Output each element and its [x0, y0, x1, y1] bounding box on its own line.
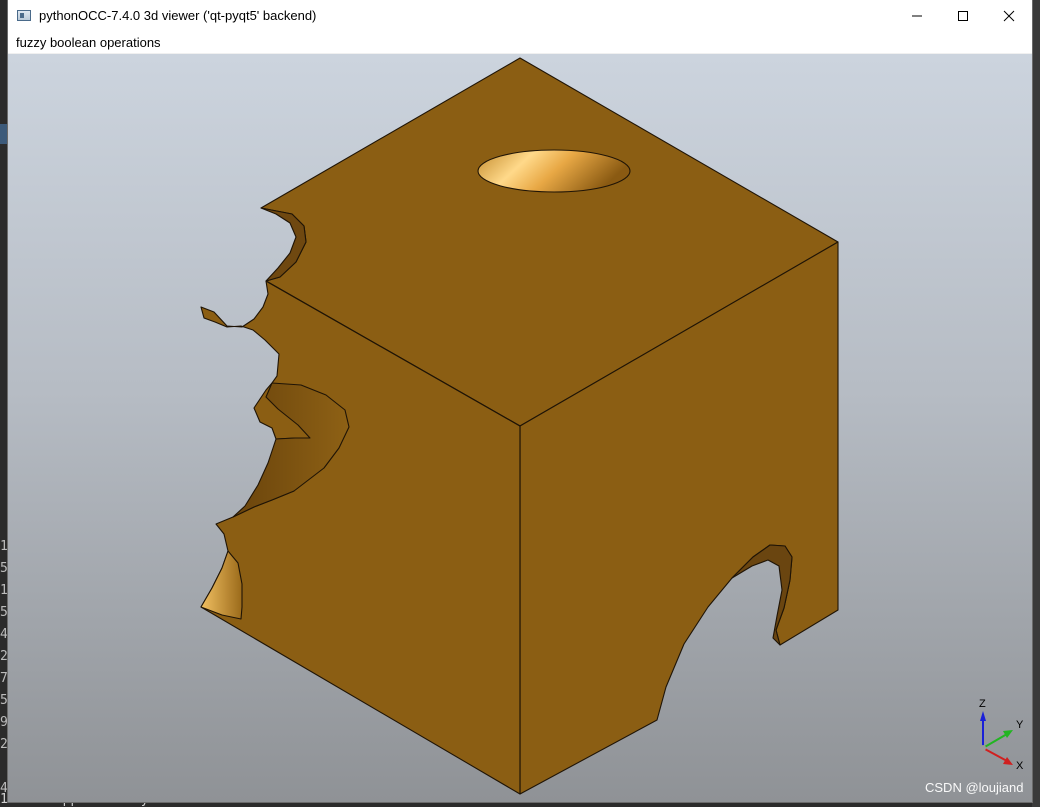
- minimize-button[interactable]: [894, 0, 940, 31]
- console-side-marker: [0, 124, 8, 144]
- axis-triad: Z Y X: [979, 698, 1024, 772]
- maximize-icon: [958, 10, 968, 21]
- fuzzy-cube-model[interactable]: [200, 57, 839, 795]
- x-axis-line: [982, 747, 1008, 762]
- x-axis-label: X: [1016, 760, 1024, 772]
- 3d-viewport[interactable]: Z Y X CSDN @loujiand: [8, 54, 1032, 802]
- y-axis-arrow: [1003, 730, 1013, 738]
- top-hole-surface: [477, 149, 631, 193]
- menu-fuzzy-boolean-operations[interactable]: fuzzy boolean operations: [16, 34, 161, 51]
- x-axis-arrow: [1003, 757, 1013, 765]
- viewer-window: pythonOCC-7.4.0 3d viewer ('qt-pyqt5' ba…: [8, 0, 1032, 802]
- maximize-button[interactable]: [940, 0, 986, 31]
- y-axis-label: Y: [1016, 719, 1024, 731]
- bottom-notch-inner-surface: [200, 550, 243, 620]
- 3d-scene[interactable]: Z Y X: [8, 54, 1032, 802]
- app-window-icon: [17, 10, 31, 21]
- z-axis-arrow: [980, 711, 986, 721]
- z-axis-label: Z: [979, 698, 986, 710]
- close-button[interactable]: [986, 0, 1032, 31]
- watermark: CSDN @loujiand: [925, 780, 1024, 795]
- window-title: pythonOCC-7.4.0 3d viewer ('qt-pyqt5' ba…: [39, 8, 317, 23]
- title-bar[interactable]: pythonOCC-7.4.0 3d viewer ('qt-pyqt5' ba…: [8, 0, 1032, 31]
- minimize-icon: [912, 15, 922, 16]
- y-axis-line: [982, 733, 1008, 749]
- close-icon: [1003, 10, 1015, 21]
- triad-origin: [980, 745, 986, 751]
- menu-bar: fuzzy boolean operations: [8, 31, 1032, 53]
- console-right-strip: [1032, 0, 1040, 807]
